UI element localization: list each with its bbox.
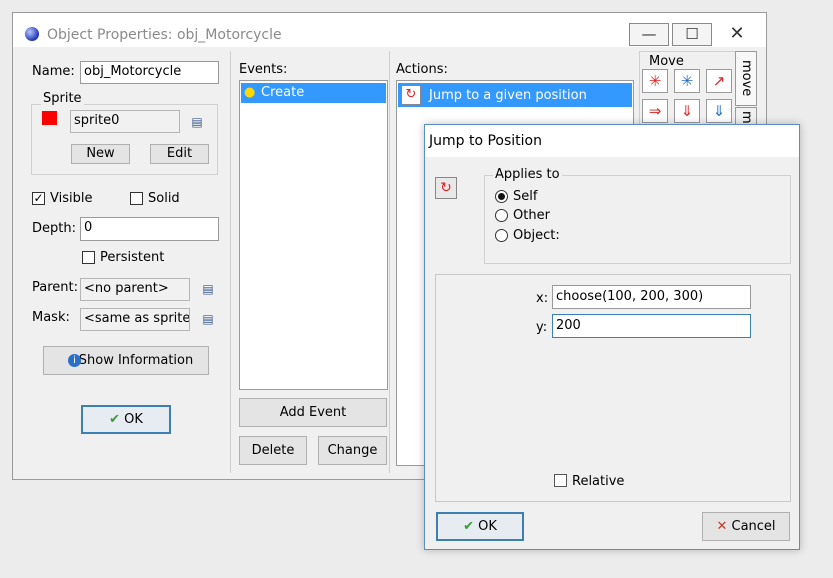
gravity-icon[interactable]: ⇓ (706, 99, 732, 123)
solid-label: Solid (148, 191, 180, 206)
jump-action-icon: ↻ (435, 177, 457, 199)
x-field[interactable]: choose(100, 200, 300) (552, 285, 751, 309)
self-label: Self (513, 189, 538, 204)
move-fixed-icon[interactable]: ✳ (642, 69, 668, 93)
dialog-ok-button[interactable]: ✔ OK (436, 512, 524, 541)
dialog-ok-label: OK (478, 519, 497, 534)
visible-checkbox[interactable]: ✓ (32, 192, 45, 205)
action-item-jump[interactable]: ↻ Jump to a given position (398, 83, 632, 107)
tab-move[interactable]: move (735, 51, 757, 106)
palette-group-label: Move (649, 54, 684, 69)
relative-label: Relative (572, 474, 625, 489)
depth-field[interactable]: 0 (80, 217, 219, 241)
info-icon: i (68, 354, 81, 367)
close-button[interactable]: ✕ (717, 23, 757, 46)
add-event-button[interactable]: Add Event (239, 398, 387, 427)
window-title: Object Properties: obj_Motorcycle (47, 27, 282, 43)
object-label: Object: (513, 228, 560, 243)
persistent-label: Persistent (100, 250, 165, 265)
edit-sprite-button[interactable]: Edit (150, 144, 209, 164)
mask-label: Mask: (32, 310, 70, 325)
divider (230, 51, 231, 473)
y-label: y: (536, 320, 548, 335)
other-label: Other (513, 208, 550, 223)
move-towards-icon[interactable]: ↗ (706, 69, 732, 93)
speed-vertical-icon[interactable]: ⇓ (674, 99, 700, 123)
app-icon (25, 27, 39, 41)
x-label: x: (536, 291, 549, 306)
check-icon: ✔ (463, 519, 474, 534)
parent-menu-icon[interactable]: ▤ (201, 282, 215, 296)
sprite-field[interactable]: sprite0 (70, 110, 180, 133)
title-bar[interactable]: Object Properties: obj_Motorcycle — ☐ ✕ (13, 13, 766, 47)
visible-label: Visible (50, 191, 93, 206)
event-item-create[interactable]: ● Create (241, 83, 386, 103)
event-item-label: Create (261, 85, 305, 100)
move-free-icon[interactable]: ✳ (674, 69, 700, 93)
object-radio[interactable] (495, 229, 508, 242)
sprite-menu-icon[interactable]: ▤ (190, 115, 204, 129)
delete-event-button[interactable]: Delete (239, 436, 307, 465)
name-label: Name: (32, 64, 75, 79)
parent-field[interactable]: <no parent> (80, 278, 190, 301)
dialog-cancel-button[interactable]: ✕ Cancel (702, 512, 790, 541)
lightbulb-icon: ● (244, 85, 256, 100)
dialog-title-bar[interactable]: Jump to Position (425, 125, 799, 157)
dialog-title: Jump to Position (429, 133, 542, 149)
speed-horizontal-icon[interactable]: ⇒ (642, 99, 668, 123)
ok-button[interactable]: ✔ OK (81, 405, 171, 434)
dialog-cancel-label: Cancel (731, 519, 776, 534)
action-item-label: Jump to a given position (429, 88, 587, 103)
new-sprite-button[interactable]: New (71, 144, 130, 164)
mask-menu-icon[interactable]: ▤ (201, 312, 215, 326)
parent-label: Parent: (32, 280, 78, 295)
applies-to-label: Applies to (493, 167, 562, 182)
depth-label: Depth: (32, 221, 76, 236)
events-header: Events: (239, 62, 288, 77)
y-field[interactable]: 200 (552, 314, 751, 338)
ok-label: OK (124, 412, 143, 427)
relative-checkbox[interactable] (554, 474, 567, 487)
self-radio[interactable] (495, 190, 508, 203)
actions-header: Actions: (396, 62, 448, 77)
name-field[interactable]: obj_Motorcycle (80, 61, 219, 84)
sprite-group-label: Sprite (41, 91, 84, 106)
divider (389, 51, 390, 473)
cancel-x-icon: ✕ (716, 519, 728, 534)
mask-field[interactable]: <same as sprite> (80, 308, 190, 331)
minimize-button[interactable]: — (629, 23, 669, 46)
check-icon: ✔ (109, 412, 120, 427)
jump-to-position-dialog: Jump to Position ↻ Applies to Self Other… (424, 124, 800, 550)
change-event-button[interactable]: Change (318, 436, 387, 465)
sprite-preview (42, 111, 57, 125)
jump-icon: ↻ (401, 85, 421, 105)
maximize-button[interactable]: ☐ (672, 23, 712, 46)
events-list[interactable]: ● Create (239, 80, 388, 390)
persistent-checkbox[interactable] (82, 251, 95, 264)
solid-checkbox[interactable] (130, 192, 143, 205)
other-radio[interactable] (495, 209, 508, 222)
show-information-button[interactable]: i Show Information (43, 346, 209, 375)
